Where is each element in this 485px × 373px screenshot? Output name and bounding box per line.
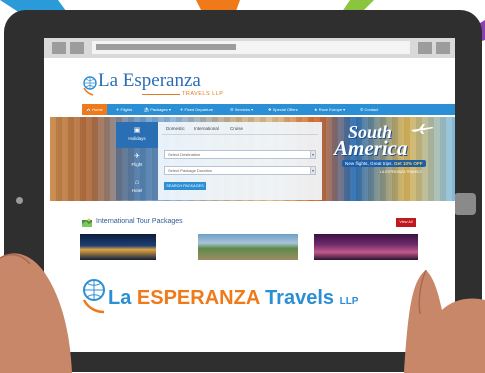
side-tab-hotel[interactable]: ⌂ Hotel	[116, 174, 158, 200]
airplane-icon	[411, 124, 434, 134]
menu-button[interactable]	[418, 42, 432, 54]
destination-select-value: Select Destination	[168, 152, 201, 157]
tab-domestic[interactable]: Domestic	[166, 126, 185, 131]
logo-subtitle: TRAVELS LLP	[182, 91, 224, 97]
brand-part-la: La	[108, 287, 137, 309]
browser-screen: La Esperanza TRAVELS LLP 🏠 Home ✈ Flight…	[44, 38, 455, 352]
south-america-promo[interactable]: South America New flights, Great trips. …	[334, 120, 450, 198]
site-logo[interactable]: La Esperanza TRAVELS LLP	[82, 70, 252, 102]
destination-select[interactable]: Select Destination ▾	[164, 150, 316, 159]
brand-part-esperanza: ESPERANZA	[136, 287, 260, 309]
tab-divider	[162, 134, 318, 135]
brand-part-travels: Travels	[259, 287, 335, 309]
hotel-icon: ⌂	[134, 179, 140, 186]
nav-item-packages[interactable]: ⛱ Packages ▾	[144, 104, 171, 115]
globe-dove-icon	[83, 76, 97, 96]
nav-item-services[interactable]: ☰ Services ▾	[230, 104, 253, 115]
tab-cruise[interactable]: Cruise	[230, 126, 243, 131]
brand-text: La ESPERANZA Travels LLP	[108, 287, 358, 310]
side-tab-label: Hotel	[131, 188, 143, 193]
nav-item-home[interactable]: 🏠 Home	[82, 104, 107, 115]
promo-title-america: America	[334, 136, 408, 160]
browser-address-bar	[44, 38, 455, 58]
search-side-tabs: ▣ Holidays ✈ Flight ⌂ Hotel	[116, 122, 158, 200]
camera-icon	[16, 197, 23, 204]
tour-thumbnail-greatwall[interactable]	[198, 234, 298, 260]
home-button[interactable]	[454, 193, 476, 215]
section-title: International Tour Packages	[96, 218, 183, 225]
back-button[interactable]	[52, 42, 66, 54]
search-packages-button[interactable]: SEARCH PACKAGES	[164, 182, 206, 190]
chevron-down-icon: ▾	[310, 167, 315, 174]
nav-item-special-offers[interactable]: ❖ Special Offers	[268, 104, 298, 115]
right-hand	[404, 270, 485, 373]
promo-byline: LA ESPERANZA TRAVELS	[380, 170, 422, 174]
left-hand	[0, 253, 72, 373]
search-panel: Domestic International Cruise Select Des…	[158, 122, 322, 200]
side-tab-label: Holidays	[128, 136, 146, 141]
tab-international[interactable]: International	[194, 126, 219, 131]
duration-select-value: Select Package Duration	[168, 168, 213, 173]
main-nav: 🏠 Home ✈ Flights ⛱ Packages ▾ ✈ Fixed De…	[82, 104, 455, 115]
chevron-down-icon: ▾	[310, 151, 315, 158]
globe-dove-icon	[82, 279, 105, 314]
offer-highlight: Get 10% OFF	[394, 161, 423, 166]
brand-suffix: LLP	[339, 296, 359, 307]
nav-item-rove-europe[interactable]: ★ Rove Europe ▾	[314, 104, 345, 115]
logo-underline	[142, 94, 180, 95]
nav-item-fixed-departure[interactable]: ✈ Fixed Departure	[180, 104, 213, 115]
plane-icon: ✈	[134, 153, 140, 160]
side-tab-label: Flight	[131, 162, 143, 167]
brand-banner: La ESPERANZA Travels LLP	[64, 278, 434, 318]
forward-button[interactable]	[70, 42, 84, 54]
tour-package-icon	[82, 218, 92, 227]
side-tab-flight[interactable]: ✈ Flight	[116, 148, 158, 174]
promo-offer: New flights, Great trips. Get 10% OFF	[342, 160, 426, 167]
logo-name: La Esperanza	[98, 70, 201, 91]
screenshot-stage: La Esperanza TRAVELS LLP 🏠 Home ✈ Flight…	[0, 0, 485, 373]
duration-select[interactable]: Select Package Duration ▾	[164, 166, 316, 175]
tour-thumbnail-towers[interactable]	[314, 234, 418, 260]
settings-button[interactable]	[436, 42, 450, 54]
view-all-button[interactable]: View All	[396, 218, 416, 227]
side-tab-holidays[interactable]: ▣ Holidays	[116, 122, 158, 148]
url-text-placeholder	[96, 44, 236, 50]
suitcase-icon: ▣	[133, 127, 141, 134]
nav-item-contact[interactable]: ✆ Contact	[360, 104, 378, 115]
nav-item-flights[interactable]: ✈ Flights	[116, 104, 132, 115]
offer-text: New flights, Great trips.	[345, 161, 395, 166]
tour-thumbnail-city[interactable]	[80, 234, 156, 260]
